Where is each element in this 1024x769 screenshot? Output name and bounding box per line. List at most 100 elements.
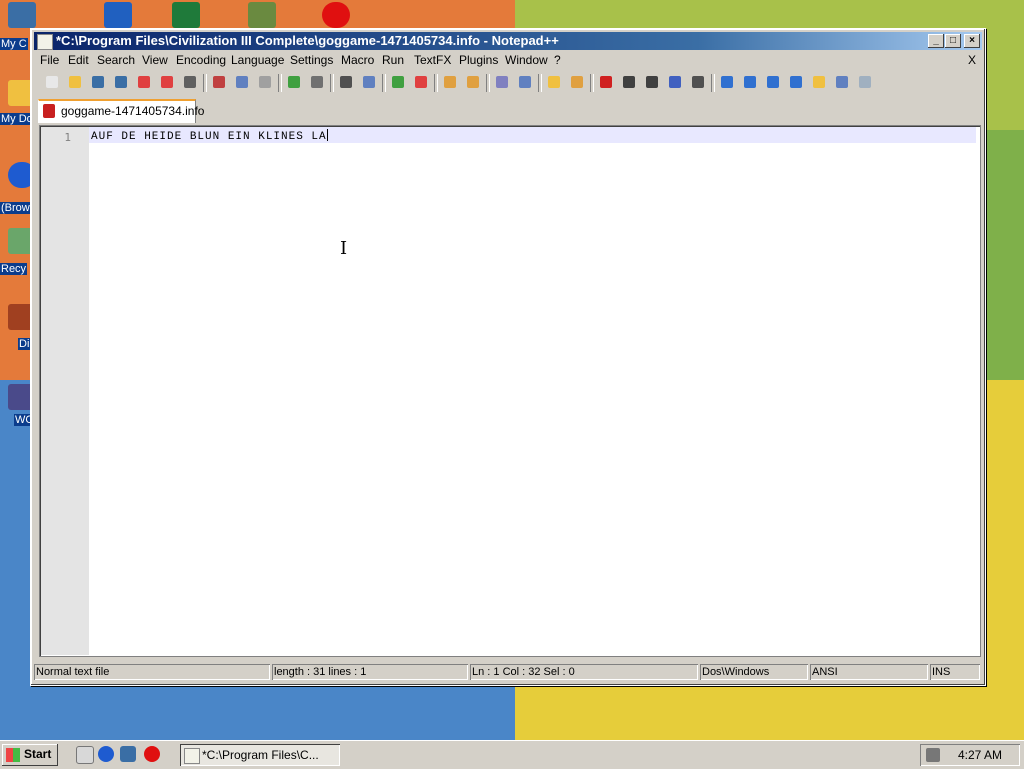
toolbar-separator (538, 74, 542, 92)
folder-icon[interactable] (811, 74, 827, 90)
toolbar-separator (203, 74, 207, 92)
opera-icon[interactable] (144, 746, 160, 762)
paste-icon[interactable] (257, 74, 273, 90)
close-all-icon[interactable] (159, 74, 175, 90)
toolbar-separator (486, 74, 490, 92)
network-icon[interactable] (120, 746, 136, 762)
status-bar: Normal text file length : 31 lines : 1 L… (34, 663, 982, 681)
zoom-out-icon[interactable] (413, 74, 429, 90)
text-caret (326, 129, 328, 141)
show-desktop-icon[interactable] (76, 746, 94, 764)
open-file-icon[interactable] (67, 74, 83, 90)
save-macro-icon[interactable] (690, 74, 706, 90)
menu-plugins[interactable]: Plugins (459, 53, 498, 67)
menu-textfx[interactable]: TextFX (414, 53, 451, 67)
save-icon[interactable] (90, 74, 106, 90)
editor-line-text: AUF DE HEIDE BLUN EIN KLINES LA (91, 131, 327, 143)
save-all-icon[interactable] (113, 74, 129, 90)
show-all-icon[interactable] (517, 74, 533, 90)
word-wrap-icon[interactable] (494, 74, 510, 90)
play-macro-icon[interactable] (644, 74, 660, 90)
menu-help[interactable]: ? (554, 53, 561, 67)
close-button[interactable]: × (964, 34, 980, 48)
menu-file[interactable]: File (40, 53, 59, 67)
undo-icon-glyph (288, 76, 300, 88)
minimize-button[interactable]: _ (928, 34, 944, 48)
ibeam-cursor-icon: I (340, 238, 348, 259)
cut-icon[interactable] (211, 74, 227, 90)
collapse-icon[interactable] (719, 74, 735, 90)
copy-icon-glyph (236, 76, 248, 88)
menu-search[interactable]: Search (97, 53, 135, 67)
print-icon[interactable] (182, 74, 198, 90)
up-icon[interactable] (742, 74, 758, 90)
expand-icon[interactable] (788, 74, 804, 90)
spellcheck-icon[interactable] (857, 74, 873, 90)
sync-h-icon-glyph (467, 76, 479, 88)
new-file-icon-glyph (46, 76, 58, 88)
menu-encoding[interactable]: Encoding (176, 53, 226, 67)
status-encoding: ANSI (810, 664, 928, 680)
zoom-in-icon[interactable] (390, 74, 406, 90)
status-position: Ln : 1 Col : 32 Sel : 0 (470, 664, 698, 680)
editor-line: AUF DE HEIDE BLUN EIN KLINES LA (91, 129, 328, 143)
desktop-icon-label: Recy (0, 263, 28, 275)
status-file-type: Normal text file (34, 664, 270, 680)
menu-window[interactable]: Window (505, 53, 548, 67)
excel-icon (172, 2, 200, 28)
tab-goggame-info[interactable]: goggame-1471405734.info (38, 99, 204, 123)
internet-explorer-icon[interactable] (98, 746, 114, 762)
up-icon-glyph (744, 76, 756, 88)
taskbar-notepad-button[interactable]: *C:\Program Files\C... (180, 744, 340, 766)
menu-settings[interactable]: Settings (290, 53, 333, 67)
menu-edit[interactable]: Edit (68, 53, 89, 67)
find-icon[interactable] (338, 74, 354, 90)
notepad-icon (184, 748, 200, 764)
console-icon-glyph (836, 76, 848, 88)
console-icon[interactable] (834, 74, 850, 90)
toolbar-separator (590, 74, 594, 92)
close-icon-glyph (138, 76, 150, 88)
new-file-icon[interactable] (44, 74, 60, 90)
desktop-icon-label: My C (0, 38, 28, 50)
desktop-icon-label: Di (18, 338, 31, 350)
sync-v-icon[interactable] (442, 74, 458, 90)
text-editor[interactable]: 1 AUF DE HEIDE BLUN EIN KLINES LA I (39, 125, 981, 657)
menu-view[interactable]: View (142, 53, 168, 67)
user-lang-icon[interactable] (569, 74, 585, 90)
down-icon[interactable] (765, 74, 781, 90)
save-all-icon-glyph (115, 76, 127, 88)
indent-guide-icon[interactable] (546, 74, 562, 90)
sync-h-icon[interactable] (465, 74, 481, 90)
folder-icon-glyph (813, 76, 825, 88)
run-macro-icon[interactable] (667, 74, 683, 90)
record-macro-icon-glyph (600, 76, 612, 88)
replace-icon[interactable] (361, 74, 377, 90)
sync-v-icon-glyph (444, 76, 456, 88)
toolbar-separator (382, 74, 386, 92)
copy-icon[interactable] (234, 74, 250, 90)
menu-language[interactable]: Language (231, 53, 284, 67)
print-icon-glyph (184, 76, 196, 88)
open-file-icon-glyph (69, 76, 81, 88)
document-close-button[interactable]: X (968, 53, 976, 67)
maximize-button[interactable]: □ (945, 34, 961, 48)
paste-icon-glyph (259, 76, 271, 88)
tray-app-icon[interactable] (926, 748, 940, 762)
record-macro-icon[interactable] (598, 74, 614, 90)
show-all-icon-glyph (519, 76, 531, 88)
line-number: 1 (64, 131, 71, 144)
title-bar[interactable]: *C:\Program Files\Civilization III Compl… (34, 32, 982, 50)
menu-macro[interactable]: Macro (341, 53, 374, 67)
toolbar (34, 71, 982, 95)
save-macro-icon-glyph (692, 76, 704, 88)
start-button[interactable]: Start (2, 744, 58, 766)
redo-icon-glyph (311, 76, 323, 88)
close-icon[interactable] (136, 74, 152, 90)
menu-run[interactable]: Run (382, 53, 404, 67)
taskbar: Start *C:\Program Files\C... 4:27 AM (0, 740, 1024, 769)
notepad-icon (37, 34, 53, 50)
redo-icon[interactable] (309, 74, 325, 90)
stop-macro-icon[interactable] (621, 74, 637, 90)
undo-icon[interactable] (286, 74, 302, 90)
